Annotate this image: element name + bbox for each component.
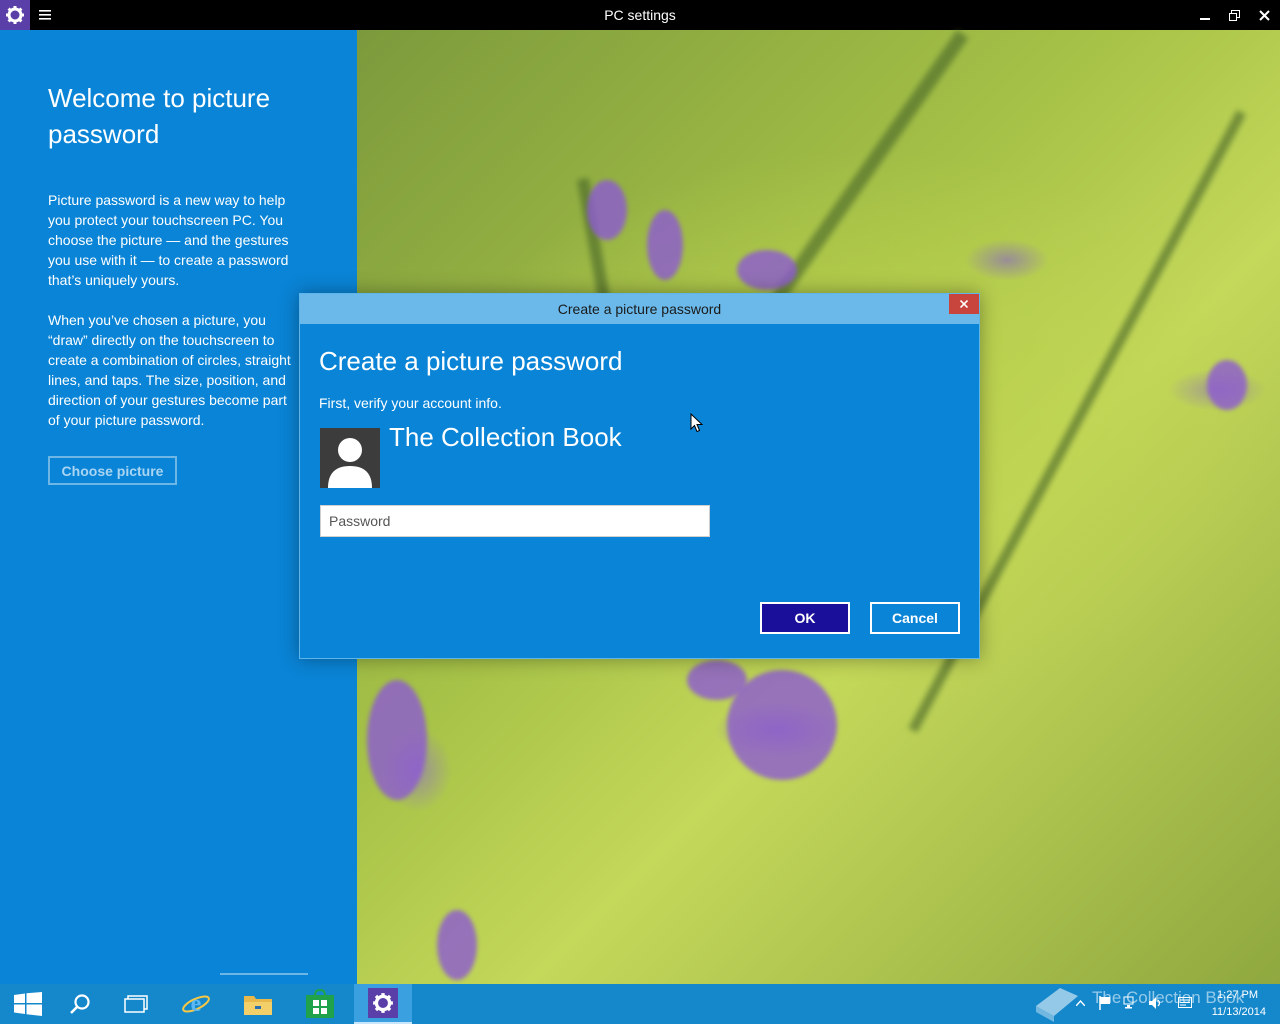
action-center-flag-icon[interactable] [1098,996,1112,1010]
window-titlebar: PC settings [0,0,1280,30]
screen: PC settings Welcome to picture password … [0,0,1280,1024]
taskbar: e The Collection Book 1:27 PM 11/13/2014 [0,984,1280,1024]
restore-icon[interactable] [1219,0,1249,30]
user-avatar-icon [320,428,380,488]
clock-time[interactable]: 1:27 PM [1217,989,1258,1001]
clock-date[interactable]: 11/13/2014 [1212,1006,1266,1018]
volume-icon[interactable] [1148,996,1162,1010]
dialog-window-title: Create a picture password [557,301,722,317]
choose-picture-button[interactable]: Choose picture [48,456,177,485]
panel-bottom-tab [220,973,308,984]
svg-text:e: e [191,991,202,1017]
dialog-close-icon[interactable] [949,294,979,314]
dialog-subtext: First, verify your account info. [319,395,502,411]
minimize-icon[interactable] [1190,0,1220,30]
intro-paragraph: Picture password is a new way to help yo… [48,192,289,288]
create-picture-password-dialog: Create a picture password Create a pictu… [299,293,980,659]
ok-button[interactable]: OK [760,602,850,634]
mouse-cursor-icon [690,412,704,433]
page-title: Welcome to picture password [48,83,271,149]
keyboard-input-icon[interactable] [1178,996,1192,1010]
window-title: PC settings [604,7,676,23]
instructions-paragraph: When you’ve chosen a picture, you “draw”… [48,312,291,428]
dialog-heading: Create a picture password [319,346,623,376]
search-icon[interactable] [52,984,108,1024]
cancel-button[interactable]: Cancel [870,602,960,634]
dialog-titlebar: Create a picture password [300,294,979,324]
network-icon[interactable] [1123,996,1137,1010]
store-icon[interactable] [292,984,348,1024]
tray-chevron-up-icon[interactable] [1073,996,1087,1010]
task-view-icon[interactable] [108,984,164,1024]
settings-gear-icon[interactable] [354,984,412,1024]
windows-start-icon[interactable] [0,984,56,1024]
account-name: The Collection Book [389,422,622,452]
file-explorer-icon[interactable] [230,984,286,1024]
close-icon[interactable] [1249,0,1279,30]
password-field[interactable] [320,505,710,537]
internet-explorer-icon[interactable]: e [168,984,224,1024]
